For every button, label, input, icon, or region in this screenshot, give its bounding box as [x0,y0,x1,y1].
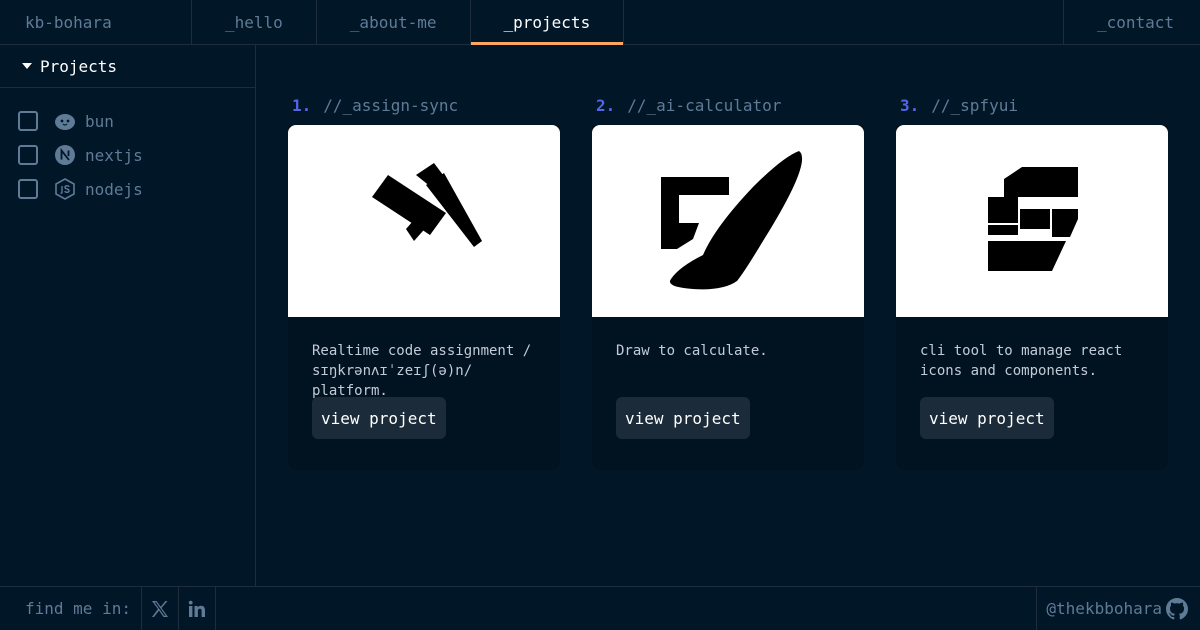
project-card: 2. //_ai-calculator Draw to calculate. v… [592,85,864,470]
view-project-button[interactable]: view project [616,397,750,439]
filter-item-nextjs[interactable]: nextjs [0,138,255,172]
projects-grid: 1. //_assign-sync Realtime code assignme… [256,45,1200,586]
tech-filter-list: bun nextjs nodejs [0,88,255,206]
project-number: 2. [596,95,616,115]
linkedin-link[interactable] [179,587,216,630]
project-description: Draw to calculate. [616,343,768,359]
project-name: //_assign-sync [323,95,459,115]
github-handle: @thekbbohara [1046,599,1162,618]
view-project-button[interactable]: view project [920,397,1054,439]
project-card: 1. //_assign-sync Realtime code assignme… [288,85,560,470]
filter-item-bun[interactable]: bun [0,104,255,138]
checkbox[interactable] [18,145,38,165]
footer: find me in: @thekbbohara [0,586,1200,630]
hammer-icon [372,163,482,247]
bun-icon [54,110,76,132]
tab-contact[interactable]: _contact [1062,0,1200,44]
sidebar: Projects bun nextjs nodejs [0,45,256,586]
find-me-label: find me in: [0,587,142,630]
checkbox[interactable] [18,179,38,199]
filter-item-nodejs[interactable]: nodejs [0,172,255,206]
tab-about-me[interactable]: _about-me [317,0,471,44]
project-number: 3. [900,95,920,115]
caret-down-icon [22,63,32,69]
project-title: 3. //_spfyui [896,85,1168,125]
nodejs-icon [54,178,76,200]
project-description: cli tool to manage react icons and compo… [920,343,1123,379]
x-link[interactable] [142,587,179,630]
project-number: 1. [292,95,312,115]
project-image[interactable] [592,125,864,317]
spfyui-logo-icon [988,167,1078,271]
top-nav: kb-bohara _hello _about-me _projects _co… [0,0,1200,45]
view-project-button[interactable]: view project [312,397,446,439]
checkbox[interactable] [18,111,38,131]
linkedin-icon [188,600,205,617]
nextjs-icon [54,144,76,166]
brand-name[interactable]: kb-bohara [0,0,192,44]
filter-label: nextjs [85,145,143,165]
project-card-body: cli tool to manage react icons and compo… [896,125,1168,470]
project-image[interactable] [288,125,560,317]
x-icon [151,600,168,617]
projects-section-toggle[interactable]: Projects [0,45,255,88]
project-title: 2. //_ai-calculator [592,85,864,125]
tab-hello[interactable]: _hello [192,0,317,44]
project-name: //_spfyui [931,95,1018,115]
sidebar-title: Projects [40,56,118,76]
project-card-body: Draw to calculate. view project [592,125,864,470]
brush-icon [661,151,803,290]
project-card: 3. //_spfyui cli tool to manage react ic… [896,85,1168,470]
filter-label: nodejs [85,179,143,199]
project-title: 1. //_assign-sync [288,85,560,125]
project-image[interactable] [896,125,1168,317]
github-link[interactable]: @thekbbohara [1036,587,1200,630]
project-name: //_ai-calculator [627,95,782,115]
project-card-body: Realtime code assignment / sɪŋkrənʌɪˈzeɪ… [288,125,560,470]
github-icon [1166,597,1188,619]
project-description: Realtime code assignment / sɪŋkrənʌɪˈzeɪ… [312,343,532,399]
tab-projects[interactable]: _projects [470,0,625,45]
filter-label: bun [85,111,114,131]
